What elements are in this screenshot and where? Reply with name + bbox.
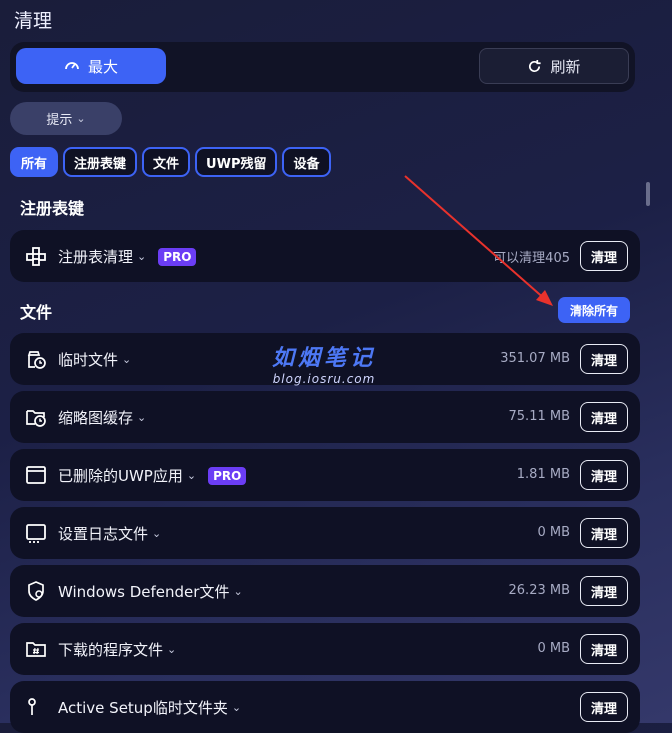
registry-cleaner-label: 注册表清理 [58,248,134,266]
setup-pin-icon [28,698,36,715]
file-size: 0 MB [537,525,570,540]
clean-button[interactable]: 清理 [580,518,628,548]
chevron-down-icon: ⌄ [233,585,243,598]
folder-hash-icon [26,642,46,657]
hint-dropdown[interactable]: 提示 ⌄ [10,102,122,135]
filter-registry[interactable]: 注册表键 [63,147,138,177]
page-title: 清理 [14,10,53,32]
file-row-label: 已删除的UWP应用 [58,467,183,485]
filter-all[interactable]: 所有 [10,147,59,177]
watermark-url: blog.iosru.com [272,372,376,386]
clean-button[interactable]: 清理 [580,460,628,490]
hint-label: 提示 [46,113,73,128]
mode-bar: 最大 刷新 [10,42,635,92]
speedometer-icon [65,62,79,70]
file-size: 26.23 MB [508,583,570,598]
clean-button[interactable]: 清理 [580,344,628,374]
clear-all-button[interactable]: 清除所有 [558,297,630,323]
clean-button[interactable]: 清理 [580,634,628,664]
file-size: 1.81 MB [516,467,570,482]
max-mode-label: 最大 [87,57,118,76]
chevron-down-icon: ⌄ [137,250,147,263]
watermark-title: 如烟笔记 [272,346,377,371]
file-row-deleted-uwp[interactable]: 已删除的UWP应用 ⌄ PRO 1.81 MB 清理 [10,449,640,501]
file-row-label: 临时文件 [58,351,119,369]
pro-badge: PRO [208,466,247,485]
registry-status: 可以清理405 [493,251,570,266]
filter-tabs: 所有 注册表键 文件 UWP残留 设备 [10,147,331,177]
chevron-down-icon: ⌄ [186,469,197,482]
chevron-down-icon: ⌄ [122,353,132,366]
file-row-label: 设置日志文件 [58,525,149,543]
file-row-active-setup[interactable]: Active Setup临时文件夹 ⌄ 清理 [10,681,640,733]
refresh-icon [529,59,542,72]
file-size: 75.11 MB [508,409,570,424]
filter-files[interactable]: 文件 [142,147,191,177]
refresh-button[interactable]: 刷新 [479,48,629,84]
clean-button[interactable]: 清理 [580,692,628,722]
section-title-registry: 注册表键 [20,199,85,218]
log-window-icon [26,524,46,543]
chevron-down-icon: ⌄ [231,701,242,714]
file-row-label: Active Setup临时文件夹 [58,699,228,717]
watermark: 如烟笔记 blog.iosru.com [272,340,376,386]
file-row-defender[interactable]: Windows Defender文件 ⌄ 26.23 MB 清理 [10,565,640,617]
file-row-setup-logs[interactable]: 设置日志文件 ⌄ 0 MB 清理 [10,507,640,559]
temp-files-clock-icon [27,351,46,369]
chevron-down-icon: ⌄ [152,527,162,540]
chevron-down-icon: ⌄ [137,411,147,424]
folder-clock-icon [26,410,46,427]
pro-badge: PRO [158,247,197,266]
file-size: 0 MB [537,641,570,656]
scrollbar-thumb[interactable] [646,182,650,206]
file-row-label: Windows Defender文件 [58,583,230,601]
filter-devices[interactable]: 设备 [282,147,331,177]
clean-button[interactable]: 清理 [580,241,628,271]
chevron-down-icon: ⌄ [76,112,86,125]
filter-uwp[interactable]: UWP残留 [195,147,278,177]
section-title-files: 文件 [20,303,53,322]
window-icon [26,466,46,484]
file-size: 351.07 MB [500,351,570,366]
chevron-down-icon: ⌄ [167,643,177,656]
clean-button[interactable]: 清理 [580,576,628,606]
max-mode-button[interactable]: 最大 [16,48,166,84]
registry-cleaner-row[interactable]: 注册表清理 ⌄ PRO 可以清理405 清理 [10,230,640,282]
file-row-downloaded-programs[interactable]: 下载的程序文件 ⌄ 0 MB 清理 [10,623,640,675]
file-row-label: 缩略图缓存 [58,409,134,427]
refresh-label: 刷新 [550,57,581,76]
registry-blocks-icon [26,247,46,266]
clean-button[interactable]: 清理 [580,402,628,432]
file-row-label: 下载的程序文件 [58,641,164,659]
file-row-thumbnail-cache[interactable]: 缩略图缓存 ⌄ 75.11 MB 清理 [10,391,640,443]
shield-refresh-icon [28,581,44,601]
